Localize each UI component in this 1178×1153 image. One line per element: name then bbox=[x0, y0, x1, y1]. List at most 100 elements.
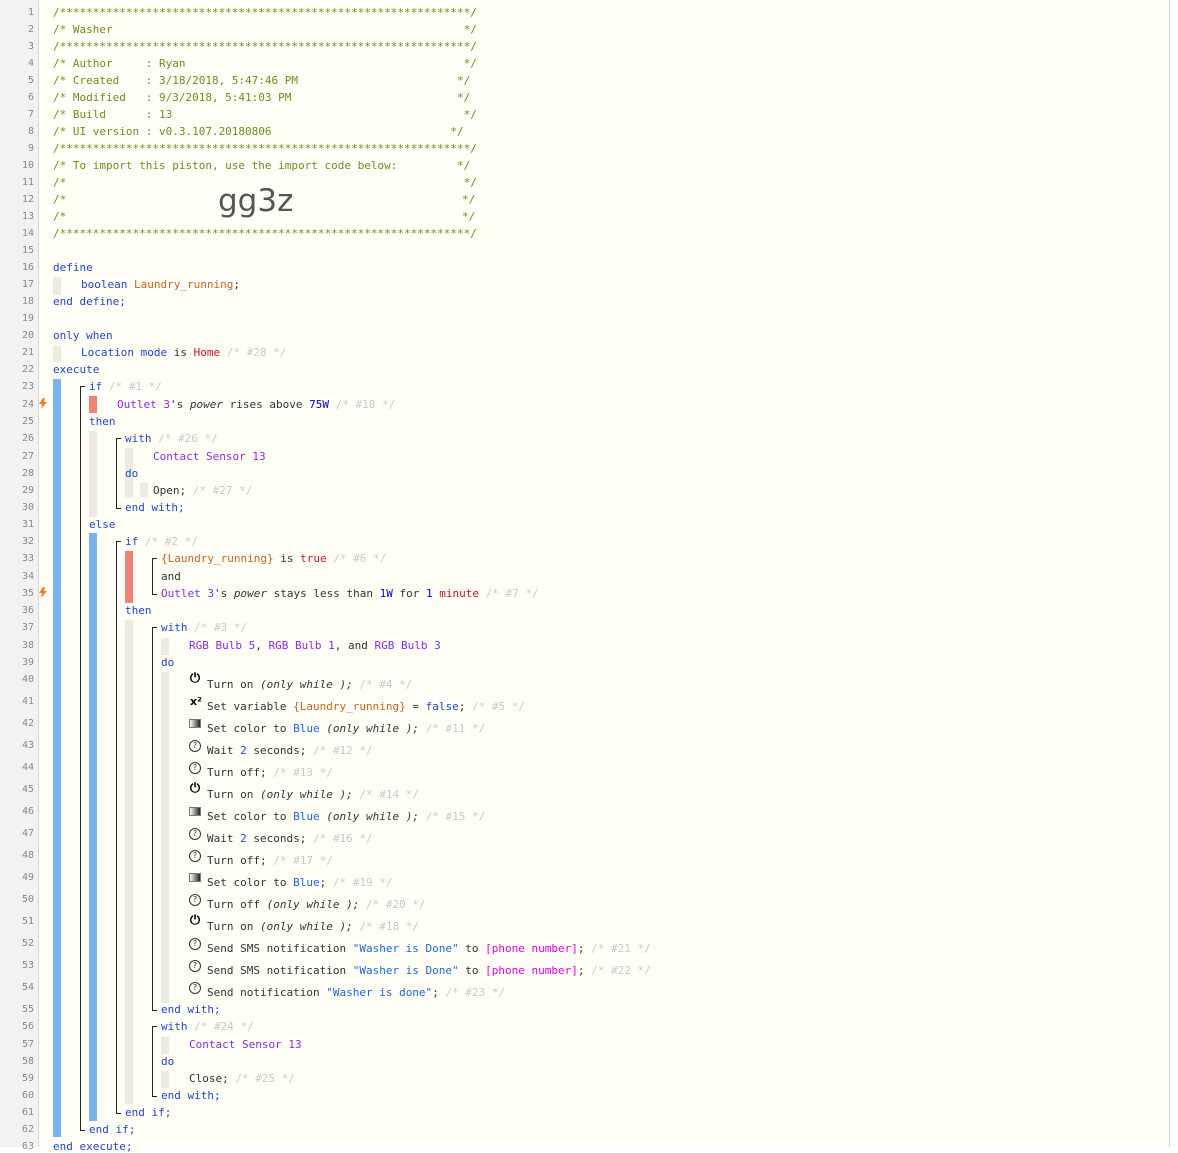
task-send-sms[interactable]: Send SMS notification "Washer is Done" t… bbox=[207, 942, 651, 955]
import-code[interactable]: gg3z bbox=[218, 183, 293, 219]
line-number: 6 bbox=[27, 92, 34, 103]
do-keyword: do bbox=[161, 1055, 175, 1068]
task-set-color[interactable]: Set color to Blue; /* #19 */ bbox=[207, 876, 392, 889]
line-number: 62 bbox=[21, 1124, 34, 1135]
task-turn-off-while[interactable]: Turn off (only while ); /* #20 */ bbox=[207, 898, 426, 911]
line-number: 7 bbox=[27, 109, 34, 120]
execute-keyword: execute bbox=[53, 363, 100, 376]
line-number: 35 bbox=[21, 588, 34, 599]
then-block-bar bbox=[89, 431, 97, 517]
task-open[interactable]: Open; /* #27 */ bbox=[153, 484, 252, 497]
task-send-notification[interactable]: Send notification "Washer is done"; /* #… bbox=[207, 986, 505, 999]
device-list-bulbs[interactable]: RGB Bulb 5, RGB Bulb 1, and RGB Bulb 3 bbox=[189, 639, 441, 652]
header-border: /***************************************… bbox=[53, 6, 477, 19]
header-border: /***************************************… bbox=[53, 40, 477, 53]
line-number: 39 bbox=[21, 657, 34, 668]
define-indent-bar bbox=[53, 277, 61, 295]
condition-laundry-running[interactable]: {Laundry_running} is true /* #6 */ bbox=[161, 552, 386, 565]
line-number: 16 bbox=[21, 262, 34, 273]
header-author: /* Author : Ryan */ bbox=[53, 57, 477, 70]
header-ui-version: /* UI version : v0.3.107.20180806 */ bbox=[53, 125, 464, 138]
with-statement-1[interactable]: with /* #26 */ bbox=[125, 432, 218, 445]
variable-declaration[interactable]: boolean Laundry_running; bbox=[81, 278, 240, 291]
power-icon: ⏻ bbox=[189, 913, 201, 928]
help-icon: ? bbox=[189, 982, 203, 996]
trigger-lightning-icon bbox=[39, 398, 47, 409]
line-number: 8 bbox=[27, 126, 34, 137]
task-set-color[interactable]: Set color to Blue (only while ); /* #11 … bbox=[207, 722, 485, 735]
task-wait[interactable]: Wait 2 seconds; /* #16 */ bbox=[207, 832, 373, 845]
line-number: 51 bbox=[21, 916, 34, 927]
help-icon: ? bbox=[189, 762, 203, 776]
device-contact-sensor[interactable]: Contact Sensor 13 bbox=[189, 1038, 302, 1051]
color-icon bbox=[189, 807, 203, 821]
task-set-color[interactable]: Set color to Blue (only while ); /* #15 … bbox=[207, 810, 485, 823]
end-with-keyword: end with; bbox=[125, 501, 185, 514]
line-number: 22 bbox=[21, 364, 34, 375]
header-modified: /* Modified : 9/3/2018, 5:41:03 PM */ bbox=[53, 91, 471, 104]
help-icon: ? bbox=[189, 740, 203, 754]
line-number: 30 bbox=[21, 502, 34, 513]
task-turn-off[interactable]: Turn off; /* #17 */ bbox=[207, 854, 333, 867]
line-number: 27 bbox=[21, 451, 34, 462]
line-number: 28 bbox=[21, 468, 34, 479]
trigger-condition-power-rises[interactable]: Outlet 3's power rises above 75W /* #10 … bbox=[117, 398, 395, 411]
variable-icon: x² bbox=[190, 695, 202, 708]
execute-block-bar bbox=[53, 379, 61, 1137]
trigger-lightning-icon bbox=[39, 587, 47, 598]
header-blank-close: */ bbox=[462, 193, 476, 206]
line-number: 2 bbox=[27, 24, 34, 35]
line-number: 59 bbox=[21, 1073, 34, 1084]
task-set-variable[interactable]: Set variable {Laundry_running} = false; … bbox=[207, 700, 525, 713]
task-turn-on[interactable]: Turn on (only while ); /* #4 */ bbox=[207, 678, 412, 691]
then-keyword: then bbox=[89, 415, 116, 428]
line-number: 40 bbox=[21, 674, 34, 685]
line-number: 32 bbox=[21, 536, 34, 547]
then-block-bar-2 bbox=[125, 620, 133, 1104]
header-title: /* Washer */ bbox=[53, 23, 477, 36]
header-border: /***************************************… bbox=[53, 227, 477, 240]
line-number: 23 bbox=[21, 381, 34, 392]
power-icon: ⏻ bbox=[189, 781, 201, 796]
device-contact-sensor[interactable]: Contact Sensor 13 bbox=[153, 450, 266, 463]
end-if-keyword: end if; bbox=[89, 1123, 136, 1136]
line-number: 13 bbox=[21, 211, 34, 222]
if-statement-2[interactable]: if /* #2 */ bbox=[125, 535, 198, 548]
line-number: 56 bbox=[21, 1021, 34, 1032]
with-statement-2[interactable]: with /* #3 */ bbox=[161, 621, 247, 634]
line-number: 1 bbox=[27, 7, 34, 18]
task-close[interactable]: Close; /* #25 */ bbox=[189, 1072, 295, 1085]
task-wait[interactable]: Wait 2 seconds; /* #12 */ bbox=[207, 744, 373, 757]
task-turn-on[interactable]: Turn on (only while ); /* #14 */ bbox=[207, 788, 419, 801]
line-number: 17 bbox=[21, 279, 34, 290]
restriction-condition[interactable]: Location mode is Home /* #28 */ bbox=[81, 346, 286, 359]
line-number: 57 bbox=[21, 1039, 34, 1050]
line-number: 4 bbox=[27, 58, 34, 69]
line-number: 20 bbox=[21, 330, 34, 341]
line-number: 26 bbox=[21, 433, 34, 444]
line-number: 41 bbox=[21, 696, 34, 707]
task-turn-off[interactable]: Turn off; /* #13 */ bbox=[207, 766, 333, 779]
only-when-keyword: only when bbox=[53, 329, 113, 342]
line-number: 37 bbox=[21, 622, 34, 633]
do-keyword: do bbox=[161, 656, 175, 669]
task-send-sms[interactable]: Send SMS notification "Washer is Done" t… bbox=[207, 964, 651, 977]
line-number: 61 bbox=[21, 1107, 34, 1118]
line-number: 45 bbox=[21, 784, 34, 795]
line-number: 42 bbox=[21, 718, 34, 729]
line-number: 52 bbox=[21, 938, 34, 949]
else-keyword: else bbox=[89, 518, 116, 531]
with-statement-3[interactable]: with /* #24 */ bbox=[161, 1020, 254, 1033]
and-operator[interactable]: and bbox=[161, 570, 181, 583]
task-turn-on[interactable]: Turn on (only while ); /* #18 */ bbox=[207, 920, 419, 933]
if-statement-1[interactable]: if /* #1 */ bbox=[89, 380, 162, 393]
header-build: /* Build : 13 */ bbox=[53, 108, 477, 121]
line-number: 53 bbox=[21, 960, 34, 971]
condition-bar-1 bbox=[89, 396, 97, 413]
do-block-bar-1 bbox=[140, 483, 148, 497]
end-if-keyword: end if; bbox=[125, 1106, 172, 1119]
header-created: /* Created : 3/18/2018, 5:47:46 PM */ bbox=[53, 74, 471, 87]
trigger-condition-power-stays[interactable]: Outlet 3's power stays less than 1W for … bbox=[161, 587, 539, 600]
color-icon bbox=[189, 873, 203, 887]
line-number: 34 bbox=[21, 571, 34, 582]
